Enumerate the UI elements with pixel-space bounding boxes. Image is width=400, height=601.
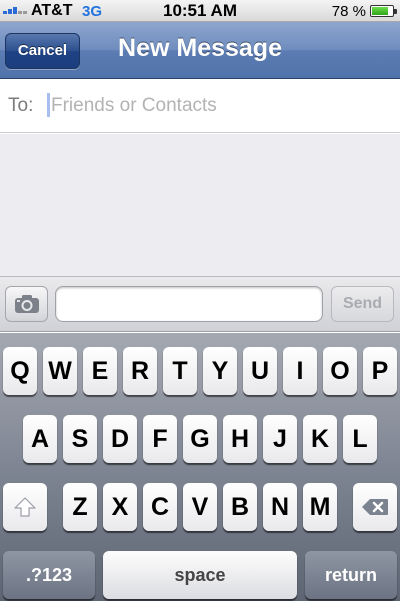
shift-arrow-icon [14, 497, 36, 517]
page-title: New Message [0, 34, 400, 63]
key-x[interactable]: X [103, 483, 137, 531]
key-t[interactable]: T [163, 347, 197, 395]
compose-bar: Send [0, 276, 400, 332]
numbers-key[interactable]: .?123 [3, 551, 95, 599]
space-key[interactable]: space [103, 551, 297, 599]
key-l[interactable]: L [343, 415, 377, 463]
key-i[interactable]: I [283, 347, 317, 395]
key-u[interactable]: U [243, 347, 277, 395]
battery-icon [370, 5, 397, 17]
key-f[interactable]: F [143, 415, 177, 463]
to-label: To: [8, 95, 34, 116]
key-s[interactable]: S [63, 415, 97, 463]
battery-percent: 78 % [331, 3, 366, 20]
key-c[interactable]: C [143, 483, 177, 531]
key-a[interactable]: A [23, 415, 57, 463]
status-bar: AT&T 3G 10:51 AM 78 % [0, 0, 400, 22]
key-q[interactable]: Q [3, 347, 37, 395]
key-n[interactable]: N [263, 483, 297, 531]
navigation-bar: Cancel New Message [0, 22, 400, 79]
battery-level [372, 7, 388, 15]
text-cursor [47, 93, 50, 117]
message-input[interactable] [55, 286, 323, 322]
key-z[interactable]: Z [63, 483, 97, 531]
key-g[interactable]: G [183, 415, 217, 463]
camera-icon [14, 295, 39, 313]
key-o[interactable]: O [323, 347, 357, 395]
key-y[interactable]: Y [203, 347, 237, 395]
return-key[interactable]: return [305, 551, 397, 599]
keyboard: Q W E R T Y U I O P A S D F G H J K L Z … [0, 333, 400, 601]
key-v[interactable]: V [183, 483, 217, 531]
key-e[interactable]: E [83, 347, 117, 395]
backspace-icon [362, 499, 388, 515]
shift-key[interactable] [3, 483, 47, 531]
key-j[interactable]: J [263, 415, 297, 463]
camera-button[interactable] [5, 286, 48, 322]
key-r[interactable]: R [123, 347, 157, 395]
recipient-input[interactable] [51, 91, 381, 121]
page-title-text: New Message [118, 34, 282, 62]
key-m[interactable]: M [303, 483, 337, 531]
key-h[interactable]: H [223, 415, 257, 463]
key-w[interactable]: W [43, 347, 77, 395]
send-button[interactable]: Send [331, 286, 394, 322]
delete-key[interactable] [353, 483, 397, 531]
recipient-row: To: [0, 80, 400, 133]
key-b[interactable]: B [223, 483, 257, 531]
key-k[interactable]: K [303, 415, 337, 463]
key-d[interactable]: D [103, 415, 137, 463]
conversation-area [0, 134, 400, 276]
key-p[interactable]: P [363, 347, 397, 395]
